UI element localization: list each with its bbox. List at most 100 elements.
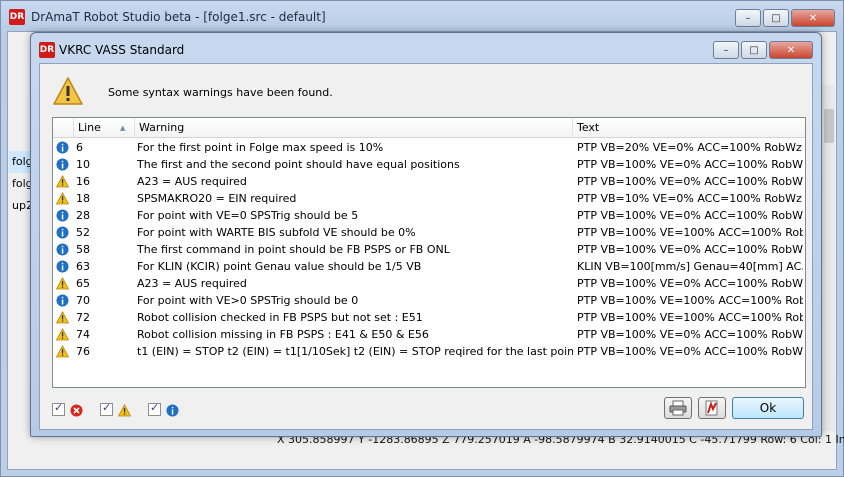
column-header-text[interactable]: Text [573,118,805,137]
vass-dialog: DR VKRC VASS Standard – □ ✕ Some syntax … [30,32,822,437]
warning-icon [56,277,69,290]
text-cell: PTP VB=100% VE=0% ACC=100% RobWz... [577,243,803,256]
warning-cell: For point with WARTE BIS subfold VE shou… [137,226,416,239]
column-header-label: Line [78,121,101,134]
line-cell: 52 [76,226,90,239]
table-row[interactable]: 70 For point with VE>0 SPSTrig should be … [53,292,805,309]
line-cell: 10 [76,158,90,171]
minimize-button[interactable]: – [735,9,761,27]
text-cell: PTP VB=100% VE=0% ACC=100% RobWz... [577,345,803,358]
info-icon [56,141,69,154]
printer-icon [669,400,687,416]
table-row[interactable]: 65 A23 = AUS required PTP VB=100% VE=0% AC… [53,275,805,292]
filter-warnings-checkbox[interactable] [100,401,113,416]
dialog-client-area: Some syntax warnings have been found. Li… [39,63,813,430]
dialog-minimize-button[interactable]: – [713,41,739,59]
dialog-close-button[interactable]: ✕ [769,41,813,59]
line-cell: 63 [76,260,90,273]
print-button[interactable] [664,397,692,419]
table-row[interactable]: 16 A23 = AUS required PTP VB=100% VE=0% AC… [53,173,805,190]
icon-column-header[interactable] [53,118,74,137]
line-cell: 28 [76,209,90,222]
filter-errors-checkbox[interactable] [52,401,65,416]
error-icon [70,404,83,417]
line-cell: 76 [76,345,90,358]
line-cell: 18 [76,192,90,205]
main-window-title: DrAmaT Robot Studio beta - [folge1.src -… [31,10,326,24]
line-cell: 70 [76,294,90,307]
close-button[interactable]: ✕ [791,9,835,27]
filter-info-checkbox[interactable] [148,401,161,416]
table-row[interactable]: 76 t1 (EIN) = STOP t2 (EIN) = t1[1/10Sek]… [53,343,805,360]
text-cell: PTP VB=10% VE=0% ACC=100% RobWz... [577,192,803,205]
warning-icon [56,175,69,188]
warning-icon [56,328,69,341]
text-cell: PTP VB=100% VE=0% ACC=100% RobWz... [577,158,803,171]
line-cell: 6 [76,141,83,154]
dialog-logo-icon: DR [39,42,55,58]
warning-cell: For KLIN (KCIR) point Genau value should… [137,260,422,273]
warning-cell: t1 (EIN) = STOP t2 (EIN) = t1[1/10Sek] t… [137,345,573,358]
table-row[interactable]: 74 Robot collision missing in FB PSPS : E… [53,326,805,343]
text-cell: PTP VB=100% VE=0% ACC=100% RobWz... [577,209,803,222]
info-icon [56,209,69,222]
ok-button[interactable]: Ok [732,397,804,419]
text-cell: PTP VB=100% VE=0% ACC=100% RobWz... [577,175,803,188]
table-row[interactable]: 18 SPSMAKRO20 = EIN required PTP VB=10% VE… [53,190,805,207]
export-pdf-button[interactable] [698,397,726,419]
table-row[interactable]: 58 The first command in point should be F… [53,241,805,258]
dialog-maximize-button[interactable]: □ [741,41,767,59]
line-cell: 74 [76,328,90,341]
warnings-table[interactable]: Line ▲ Warning Text 6 For the first point… [52,117,806,388]
warning-cell: Robot collision missing in FB PSPS : E41… [137,328,429,341]
line-cell: 72 [76,311,90,324]
info-icon [166,404,179,417]
warning-cell: For point with VE=0 SPSTrig should be 5 [137,209,359,222]
text-cell: PTP VB=20% VE=0% ACC=100% RobWz... [577,141,803,154]
line-cell: 16 [76,175,90,188]
warning-cell: A23 = AUS required [137,277,247,290]
warning-cell: The first command in point should be FB … [137,243,450,256]
line-cell: 65 [76,277,90,290]
warning-icon [56,345,69,358]
warning-cell: SPSMAKRO20 = EIN required [137,192,297,205]
table-header: Line ▲ Warning Text [53,118,805,138]
warning-cell: The first and the second point should ha… [137,158,460,171]
warning-icon [118,404,131,417]
text-cell: PTP VB=100% VE=100% ACC=100% Rob... [577,311,803,324]
sort-ascending-icon: ▲ [120,124,126,132]
table-row[interactable]: 6 For the first point in Folge max speed … [53,139,805,156]
table-row[interactable]: 10 The first and the second point should … [53,156,805,173]
info-icon [56,294,69,307]
warning-icon [53,77,83,105]
line-cell: 58 [76,243,90,256]
warning-cell: A23 = AUS required [137,175,247,188]
warning-cell: Robot collision checked in FB PSPS but n… [137,311,423,324]
info-icon [56,260,69,273]
warning-icon [56,192,69,205]
text-cell: KLIN VB=100[mm/s] Genau=40[mm] AC... [577,260,803,273]
warning-cell: For the first point in Folge max speed i… [137,141,384,154]
info-icon [56,158,69,171]
info-icon [56,226,69,239]
info-icon [56,243,69,256]
app-logo-icon: DR [9,9,25,25]
dialog-title: VKRC VASS Standard [59,43,185,57]
text-cell: PTP VB=100% VE=0% ACC=100% RobWz... [577,328,803,341]
pdf-export-icon [705,400,718,416]
table-row[interactable]: 28 For point with VE=0 SPSTrig should be … [53,207,805,224]
warning-icon [56,311,69,324]
warning-cell: For point with VE>0 SPSTrig should be 0 [137,294,359,307]
scrollbar-thumb[interactable] [824,109,834,143]
dialog-message: Some syntax warnings have been found. [108,86,333,99]
column-header-warning[interactable]: Warning [135,118,573,137]
table-row[interactable]: 63 For KLIN (KCIR) point Genau value shou… [53,258,805,275]
column-header-line[interactable]: Line ▲ [74,118,135,137]
maximize-button[interactable]: □ [763,9,789,27]
table-row[interactable]: 72 Robot collision checked in FB PSPS but… [53,309,805,326]
editor-scrollbar[interactable] [821,85,835,431]
text-cell: PTP VB=100% VE=100% ACC=100% RobWz... [577,294,803,307]
table-row[interactable]: 52 For point with WARTE BIS subfold VE sh… [53,224,805,241]
text-cell: PTP VB=100% VE=100% ACC=100% Rob... [577,226,803,239]
main-caption-buttons: – □ ✕ [735,9,835,27]
